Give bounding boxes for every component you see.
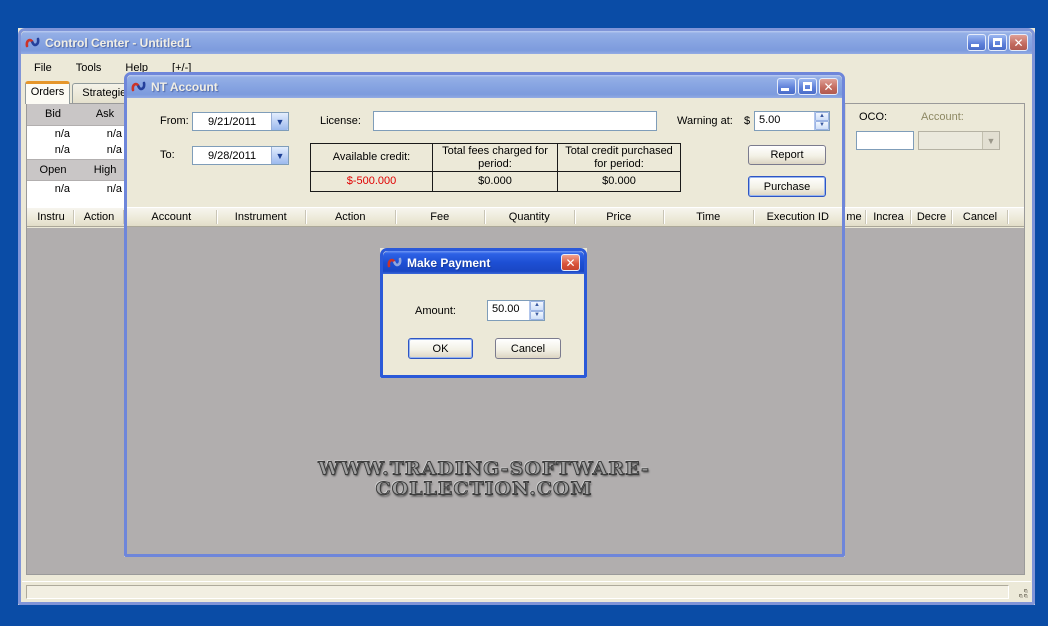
chevron-down-icon: ▼ [271, 147, 288, 164]
control-center-titlebar[interactable]: Control Center - Untitled1 ✕ [21, 31, 1032, 54]
column-execution-id[interactable]: Execution ID [754, 210, 843, 224]
minimize-icon[interactable] [777, 78, 796, 95]
close-icon[interactable]: ✕ [819, 78, 838, 95]
resize-grip[interactable] [1015, 585, 1028, 598]
total-credit-header: Total credit purchased for period: [558, 144, 680, 172]
make-payment-titlebar[interactable]: Make Payment ✕ [383, 251, 584, 274]
order-entry-panel: OCO: Account: ▼ [845, 104, 1023, 207]
maximize-icon[interactable] [798, 78, 817, 95]
account-select[interactable]: ▼ [918, 131, 1000, 150]
tab-orders[interactable]: Orders [25, 81, 70, 104]
from-date-select[interactable]: 9/21/2011 ▼ [192, 112, 289, 131]
column-action[interactable]: Action [75, 210, 124, 224]
app-icon [131, 80, 146, 93]
status-message [26, 585, 1009, 599]
column-instrument[interactable]: Instru [29, 210, 74, 224]
market-data-grid: Bid Ask n/a n/a n/a n/a Open High n/a n/… [27, 104, 133, 208]
app-icon [25, 36, 40, 49]
close-icon[interactable]: ✕ [561, 254, 580, 271]
app-icon [387, 256, 402, 269]
column-cancel[interactable]: Cancel [953, 210, 1008, 224]
make-payment-content: Amount: 50.00 ▲ ▼ OK Cancel [383, 274, 584, 375]
license-label: License: [320, 115, 361, 127]
column-decrease[interactable]: Decre [912, 210, 952, 224]
currency-label: $ [744, 115, 750, 127]
to-label: To: [160, 149, 175, 161]
window-title: Control Center - Untitled1 [45, 36, 191, 50]
watermark-text: WWW.TRADING-SOFTWARE-COLLECTION.COM [244, 459, 724, 499]
dialog-title: Make Payment [407, 256, 490, 270]
nt-account-titlebar[interactable]: NT Account ✕ [127, 75, 842, 98]
minimize-icon[interactable] [967, 34, 986, 51]
cancel-button[interactable]: Cancel [495, 338, 561, 359]
to-date-select[interactable]: 9/28/2011 ▼ [192, 146, 289, 165]
chevron-down-icon: ▼ [271, 113, 288, 130]
from-label: From: [160, 115, 189, 127]
column-instrument[interactable]: Instrument [217, 210, 307, 224]
column-fee[interactable]: Fee [396, 210, 486, 224]
open-value: n/a [27, 181, 79, 198]
account-label: Account: [921, 111, 964, 123]
warning-at-label: Warning at: [677, 115, 733, 127]
oco-input[interactable] [856, 131, 914, 150]
make-payment-dialog: Make Payment ✕ Amount: 50.00 ▲ ▼ OK Canc… [380, 248, 587, 378]
oco-label: OCO: [859, 111, 887, 123]
col-bid: Bid [27, 104, 79, 125]
column-action[interactable]: Action [306, 210, 396, 224]
column-price[interactable]: Price [575, 210, 665, 224]
column-increase[interactable]: Increa [867, 210, 911, 224]
maximize-icon[interactable] [988, 34, 1007, 51]
column-account[interactable]: Account [127, 210, 217, 224]
purchase-button[interactable]: Purchase [748, 176, 826, 197]
warning-amount-spinner[interactable]: 5.00 ▲ ▼ [754, 111, 830, 131]
column-time[interactable]: me [843, 210, 866, 224]
total-credit-value: $0.000 [558, 172, 680, 191]
credit-summary-table: Available credit: Total fees charged for… [310, 143, 681, 192]
col-open: Open [27, 160, 79, 180]
menu-file[interactable]: File [22, 59, 64, 77]
license-input[interactable] [373, 111, 657, 131]
amount-label: Amount: [415, 305, 456, 317]
spinner-down-icon[interactable]: ▼ [530, 311, 544, 321]
column-quantity[interactable]: Quantity [485, 210, 575, 224]
bid-value: n/a [27, 126, 79, 142]
status-bar [22, 581, 1031, 601]
window-title: NT Account [151, 80, 218, 94]
chevron-down-icon: ▼ [982, 132, 999, 149]
amount-spinner[interactable]: 50.00 ▲ ▼ [487, 300, 545, 321]
fees-column-headers: Account Instrument Action Fee Quantity P… [127, 207, 842, 227]
total-fees-value: $0.000 [433, 172, 558, 191]
bid-value: n/a [27, 142, 79, 159]
spinner-up-icon[interactable]: ▲ [815, 112, 829, 121]
available-credit-value: $-500.000 [311, 172, 433, 191]
report-button[interactable]: Report [748, 145, 826, 165]
spinner-up-icon[interactable]: ▲ [530, 301, 544, 311]
available-credit-header: Available credit: [311, 144, 433, 172]
menu-tools[interactable]: Tools [64, 59, 114, 77]
ok-button[interactable]: OK [408, 338, 473, 359]
total-fees-header: Total fees charged for period: [433, 144, 558, 172]
column-time[interactable]: Time [664, 210, 754, 224]
spinner-down-icon[interactable]: ▼ [815, 121, 829, 130]
close-icon[interactable]: ✕ [1009, 34, 1028, 51]
